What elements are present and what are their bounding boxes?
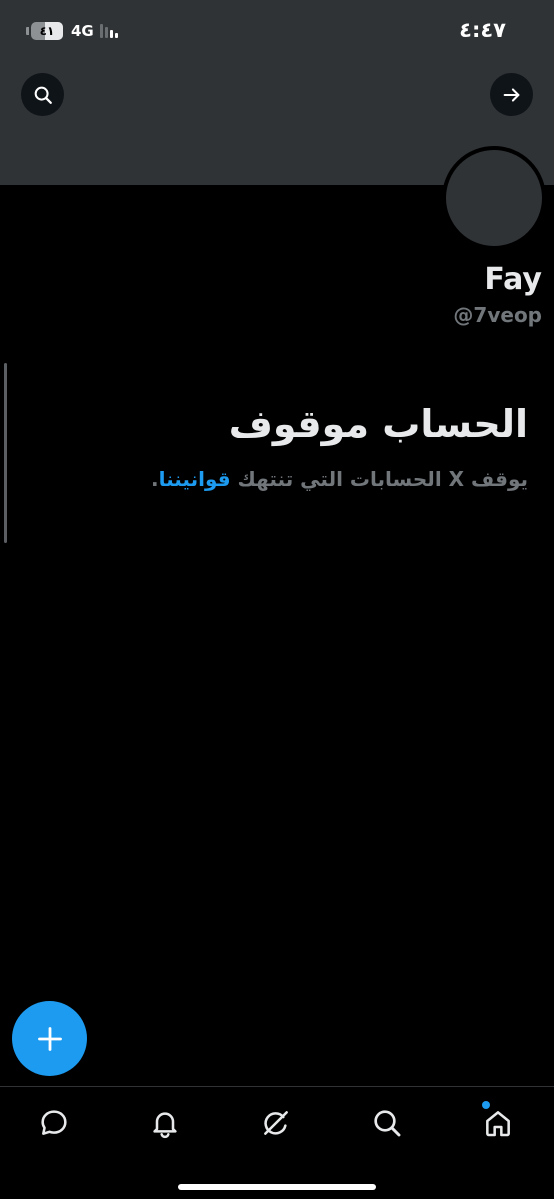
message-bubble-icon	[41, 1110, 67, 1135]
forward-button[interactable]	[490, 73, 533, 116]
search-button[interactable]	[21, 73, 64, 116]
user-handle: @7veop	[453, 303, 542, 327]
nav-grok[interactable]	[256, 1103, 296, 1143]
home-icon	[486, 1111, 510, 1137]
plus-icon	[37, 1026, 62, 1051]
nav-notifications[interactable]	[145, 1103, 185, 1143]
suspended-description-suffix: .	[150, 467, 159, 491]
grok-icon	[264, 1111, 288, 1135]
profile-screen: ٤١ 4G ٤:٤٧ Fay @7veop الحساب موقوف يوقف …	[0, 0, 554, 1199]
suspended-title: الحساب موقوف	[228, 402, 528, 446]
avatar[interactable]	[442, 146, 546, 250]
suspended-description: يوقف X الحسابات التي تنتهك قوانيننا.	[151, 467, 528, 491]
bell-icon	[153, 1112, 177, 1139]
magnifier-icon	[374, 1110, 401, 1137]
arrow-right-icon	[503, 87, 519, 102]
rules-link[interactable]: قوانيننا	[159, 467, 231, 491]
search-icon	[34, 86, 52, 104]
bottom-navigation	[0, 1086, 554, 1199]
battery-icon: ٤١	[31, 22, 63, 40]
nav-messages[interactable]	[34, 1103, 74, 1143]
display-name: Fay	[484, 262, 542, 297]
home-indicator[interactable]	[178, 1184, 376, 1190]
signal-icon	[99, 24, 118, 38]
battery-level: ٤١	[39, 24, 55, 38]
nav-home[interactable]	[478, 1101, 518, 1143]
network-type: 4G	[71, 22, 94, 40]
home-notification-dot	[482, 1101, 490, 1109]
nav-explore[interactable]	[367, 1103, 407, 1143]
scroll-indicator[interactable]	[4, 363, 7, 543]
status-time: ٤:٤٧	[459, 18, 506, 42]
suspended-description-prefix: يوقف X الحسابات التي تنتهك	[230, 467, 528, 491]
battery-tip	[26, 27, 29, 35]
compose-button[interactable]	[12, 1001, 87, 1076]
status-indicators: ٤١ 4G	[26, 22, 118, 40]
